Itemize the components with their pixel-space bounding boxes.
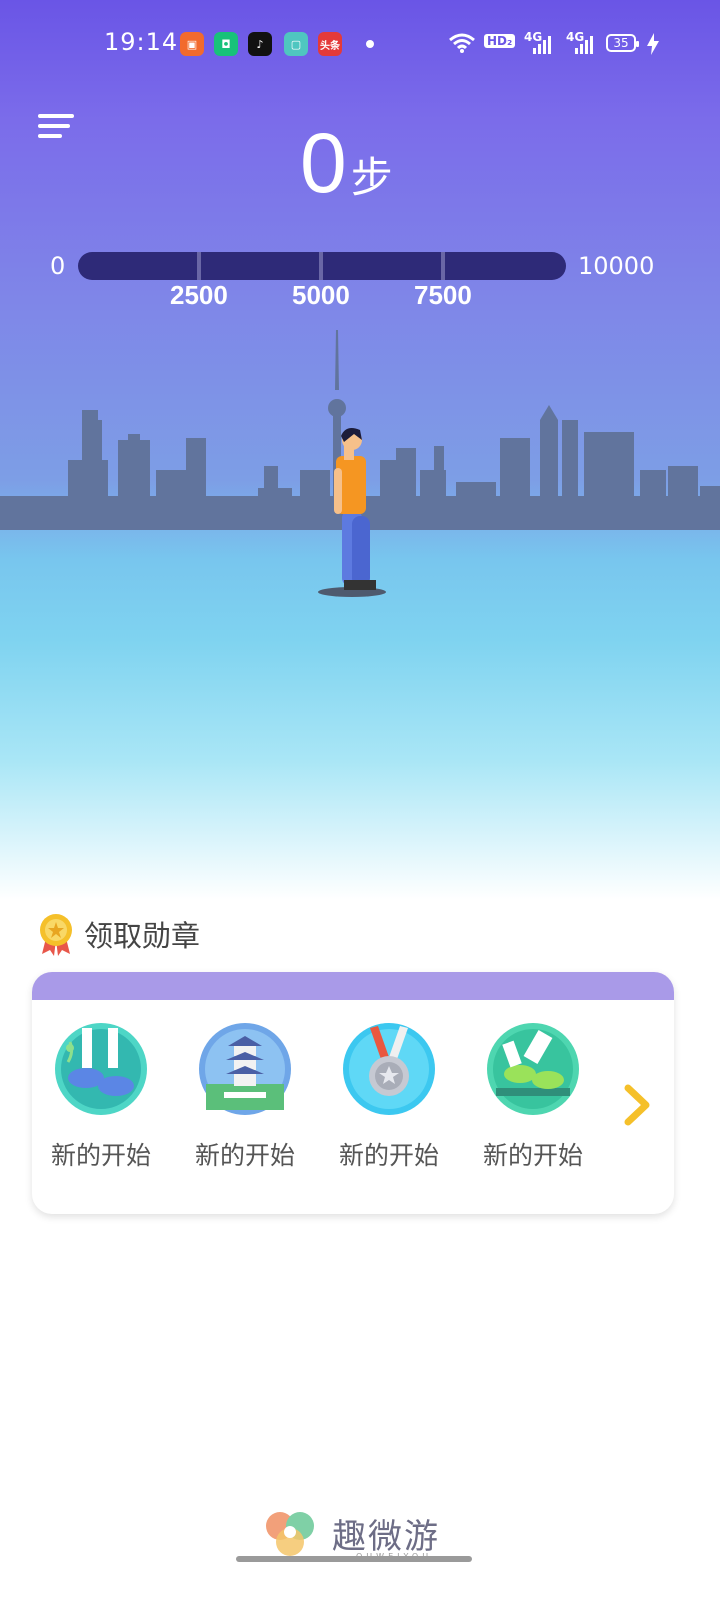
- medal-label: 新的开始: [338, 1141, 439, 1170]
- brand-logo-icon: [266, 1512, 314, 1556]
- medal-label: 新的开始: [482, 1141, 583, 1170]
- progress-tick: [197, 252, 201, 280]
- progress-tick-label: 2500: [170, 280, 228, 310]
- step-unit: 步: [350, 153, 393, 202]
- status-time: 19:14: [104, 28, 179, 56]
- feet-shoes-icon: [55, 1023, 147, 1115]
- medal-item[interactable]: 新的开始: [46, 1022, 156, 1172]
- notification-dot: [366, 40, 374, 48]
- medal-item[interactable]: 新的开始: [334, 1022, 444, 1172]
- hd-indicator: HD₂: [484, 34, 516, 48]
- medal-card: 新的开始 新的开始 新的开始 新的开始: [32, 972, 674, 1214]
- status-bar: 19:14 ▣ ◘ ♪ ▢ 头条 HD₂ 4G 4G 35: [0, 0, 720, 72]
- gallery-icon: ▢: [284, 32, 308, 56]
- wifi-icon: [449, 33, 475, 53]
- store-icon: ▣: [180, 32, 204, 56]
- progress-tick: [441, 252, 445, 280]
- progress-tick: [319, 252, 323, 280]
- chevron-right-icon[interactable]: [622, 1084, 652, 1126]
- medal-card-header: [32, 972, 674, 1000]
- progress-tick-label: 5000: [292, 280, 350, 310]
- signal-icon-a: [533, 36, 551, 54]
- tiktok-icon: ♪: [248, 32, 272, 56]
- medal-label: 新的开始: [50, 1141, 151, 1170]
- battery-icon: 35: [606, 34, 639, 52]
- medal-label: 新的开始: [194, 1141, 295, 1170]
- menu-icon: [38, 114, 74, 118]
- medal-section-title: 领取勋章: [84, 919, 201, 953]
- medal-item[interactable]: 新的开始: [190, 1022, 300, 1172]
- medal-item[interactable]: 新的开始: [478, 1022, 588, 1172]
- progress-min-label: 0: [50, 252, 66, 280]
- footer-logo: 趣微游 QUWEIYOU: [262, 1508, 440, 1561]
- silver-medal-icon: [343, 1023, 435, 1115]
- delivery-icon: ◘: [214, 32, 238, 56]
- menu-icon-line-2: [38, 124, 70, 128]
- brand-name: 趣微游: [332, 1516, 440, 1557]
- city-skyline-illustration: [0, 330, 720, 597]
- menu-icon-line-3: [38, 134, 62, 138]
- home-indicator[interactable]: [236, 1556, 472, 1562]
- step-counter: 0 步: [300, 118, 393, 208]
- pagoda-icon: [199, 1023, 291, 1115]
- signal-icon-b: [575, 36, 593, 54]
- charging-icon: [647, 33, 659, 55]
- progress-max-label: 10000: [578, 252, 655, 280]
- toutiao-icon: 头条: [318, 32, 342, 56]
- running-shoes-icon: [487, 1023, 579, 1115]
- step-count-value: 0: [300, 116, 347, 210]
- progress-tick-label: 7500: [414, 280, 472, 310]
- medal-ribbon-icon: [40, 914, 72, 956]
- menu-button[interactable]: [38, 114, 74, 140]
- medal-section-header: 领取勋章: [36, 912, 200, 956]
